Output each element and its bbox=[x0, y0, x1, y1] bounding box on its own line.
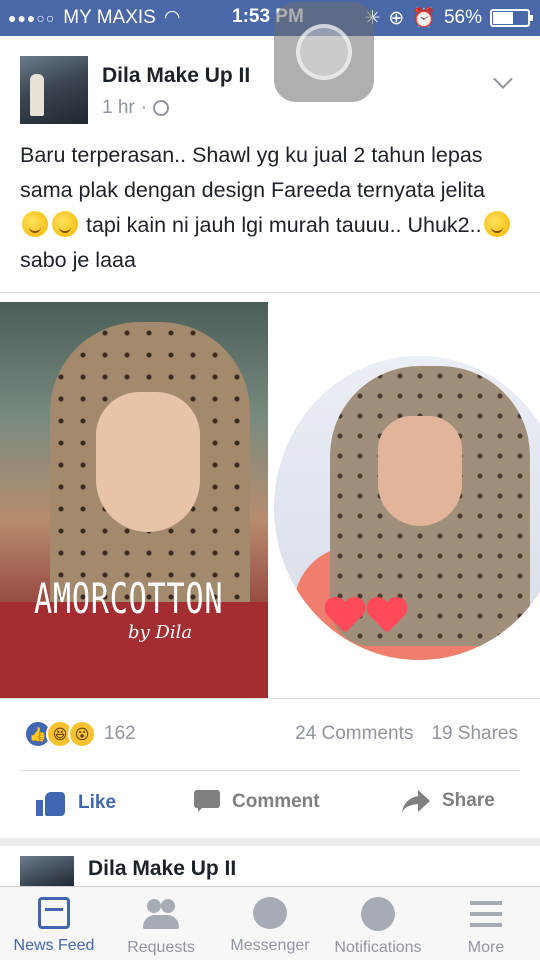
comment-button[interactable]: Comment bbox=[194, 790, 320, 814]
post-meta: 1 hr · bbox=[102, 97, 170, 119]
post-timestamp[interactable]: 1 hr bbox=[102, 97, 135, 119]
menu-icon bbox=[470, 897, 502, 931]
tab-label: Messenger bbox=[230, 937, 310, 954]
wifi-icon: ◠ bbox=[163, 7, 181, 28]
photo-brand-text: AMORCOTTON bbox=[34, 574, 224, 623]
comments-count-link[interactable]: 24 Comments bbox=[295, 723, 413, 745]
thumbs-up-icon bbox=[36, 790, 66, 816]
smile-emoji-icon bbox=[22, 211, 48, 237]
like-button[interactable]: Like bbox=[36, 790, 116, 816]
tab-label: More bbox=[467, 939, 505, 956]
author-avatar[interactable] bbox=[20, 56, 88, 124]
tab-notifications[interactable]: Notifications bbox=[324, 897, 432, 957]
post-text-part-3: sabo je laaa bbox=[20, 248, 136, 272]
divider bbox=[0, 698, 540, 699]
share-label: Share bbox=[442, 790, 495, 811]
bottom-tab-bar: News Feed Requests Messenger Notificatio… bbox=[0, 886, 540, 960]
tab-requests[interactable]: Requests bbox=[107, 897, 215, 957]
reaction-summary[interactable]: 👍 😆 😮 162 bbox=[24, 720, 136, 748]
carrier-name: MY MAXIS bbox=[63, 6, 156, 28]
comment-bubble-icon bbox=[194, 790, 220, 814]
globe-icon bbox=[361, 897, 395, 931]
next-post-avatar[interactable] bbox=[20, 856, 74, 886]
comment-label: Comment bbox=[232, 791, 320, 812]
divider bbox=[0, 292, 540, 293]
engagement-counts: 24 Comments 19 Shares bbox=[295, 723, 518, 745]
yum-emoji-icon bbox=[483, 211, 510, 237]
post-text-part-2: tapi kain ni jauh lgi murah tauuu.. Uhuk… bbox=[85, 213, 482, 237]
tab-label: Notifications bbox=[334, 939, 422, 956]
orientation-lock-icon: ⊕ bbox=[388, 7, 405, 29]
smile-emoji-icon bbox=[52, 211, 78, 237]
battery-percentage: 56% bbox=[443, 7, 482, 28]
tab-label: News Feed bbox=[13, 937, 95, 954]
post-text: Baru terperasan.. Shawl yg ku jual 2 tah… bbox=[20, 138, 520, 278]
shares-count-link[interactable]: 19 Shares bbox=[431, 723, 518, 745]
reaction-count: 162 bbox=[104, 723, 136, 744]
share-arrow-icon bbox=[402, 790, 430, 812]
news-feed-icon bbox=[38, 897, 70, 929]
friend-requests-icon bbox=[143, 897, 179, 931]
post-photo-right[interactable] bbox=[268, 302, 540, 698]
tab-label: Requests bbox=[127, 939, 195, 956]
feed-separator bbox=[0, 838, 540, 846]
post-options-chevron-icon[interactable] bbox=[493, 69, 513, 89]
post-text-part-1: Baru terperasan.. Shawl yg ku jual 2 tah… bbox=[20, 143, 485, 202]
signal-strength-icon: ●●●○○ bbox=[8, 9, 56, 26]
tab-messenger[interactable]: Messenger bbox=[216, 897, 324, 955]
share-button[interactable]: Share bbox=[402, 790, 495, 812]
public-globe-icon bbox=[153, 100, 170, 116]
post-actions: Like Comment Share bbox=[0, 772, 540, 836]
battery-icon bbox=[490, 9, 533, 27]
tab-news-feed[interactable]: News Feed bbox=[0, 897, 108, 955]
hearts-sticker-icon bbox=[324, 598, 408, 638]
post-author-name[interactable]: Dila Make Up II bbox=[102, 64, 250, 88]
assistive-touch-button[interactable] bbox=[274, 2, 374, 102]
next-post-author-name[interactable]: Dila Make Up II bbox=[88, 857, 236, 881]
messenger-icon bbox=[253, 897, 287, 929]
alarm-icon: ⏰ bbox=[412, 8, 436, 29]
status-bar: ●●●○○ MY MAXIS ◠ 1:53 PM ✳ ⊕ ⏰ 56% bbox=[0, 0, 540, 36]
tab-more[interactable]: More bbox=[432, 897, 540, 957]
divider bbox=[20, 770, 520, 771]
like-label: Like bbox=[78, 792, 117, 813]
photo-brand-subtext: by Dila bbox=[128, 622, 193, 643]
wow-reaction-icon: 😮 bbox=[68, 720, 96, 748]
